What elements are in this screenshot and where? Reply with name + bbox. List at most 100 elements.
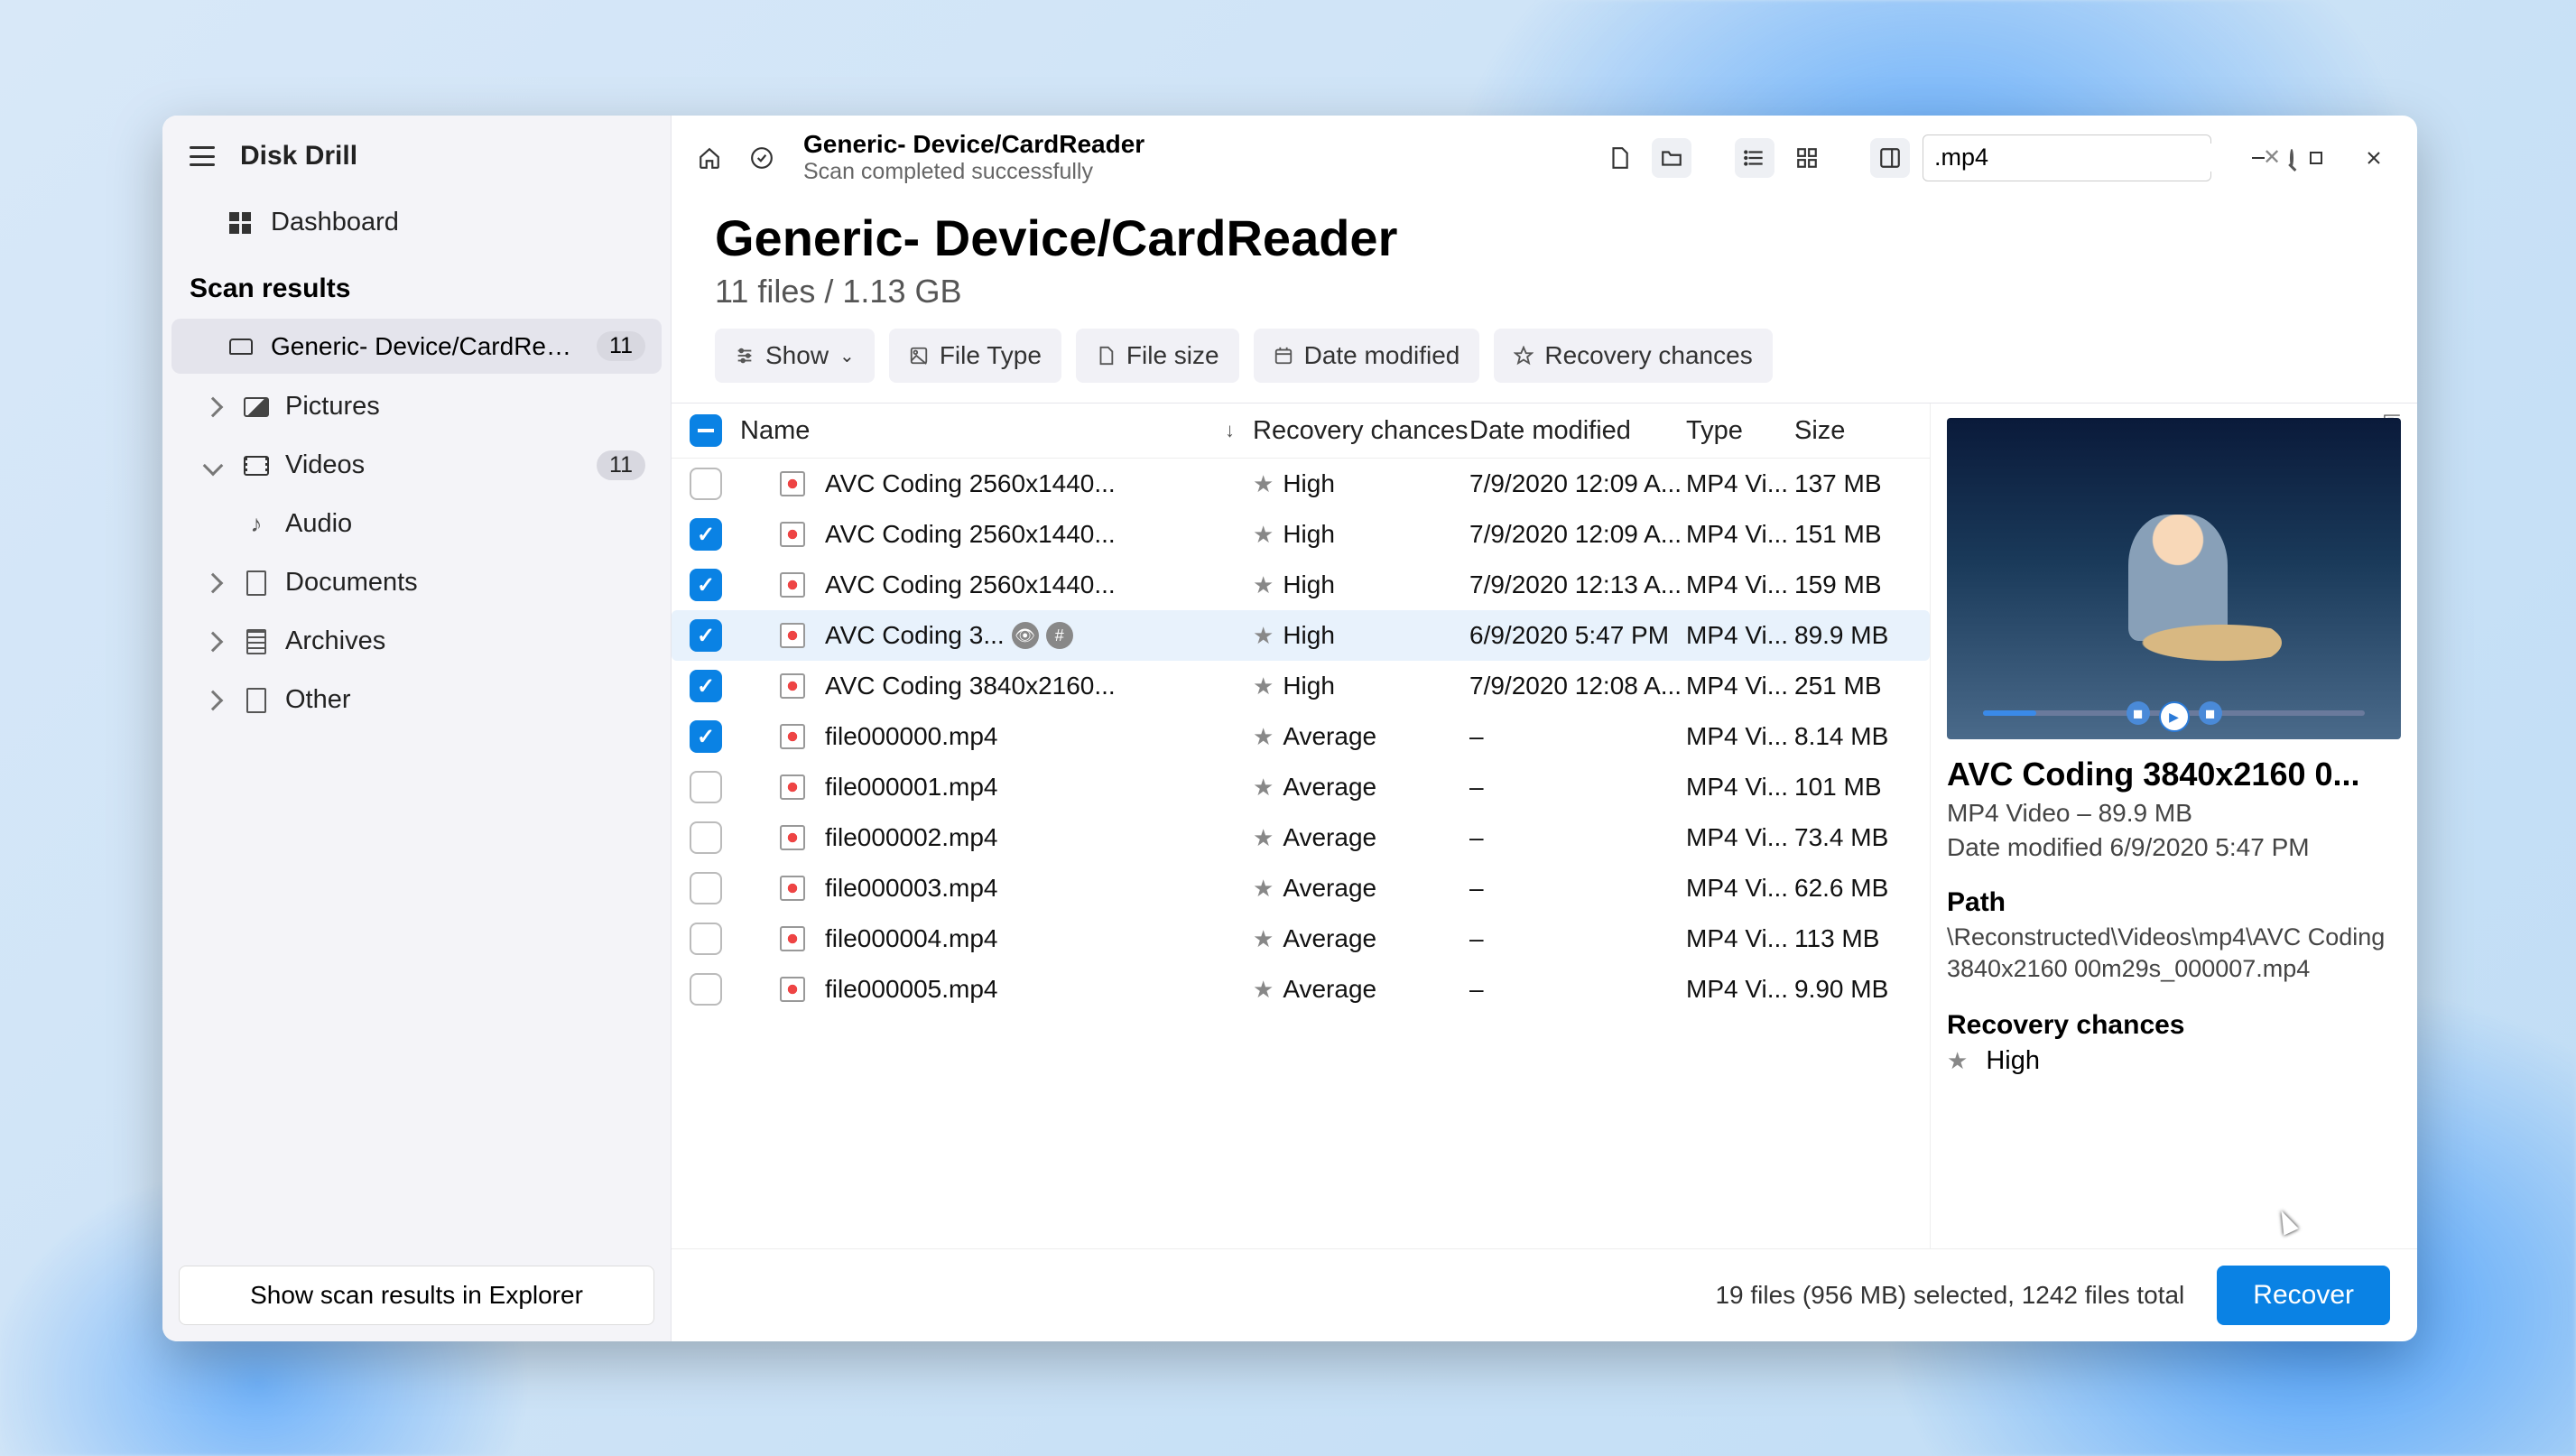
file-name: AVC Coding 2560x1440... <box>825 469 1253 498</box>
menu-icon[interactable] <box>190 146 215 166</box>
date-cell: – <box>1469 874 1686 903</box>
scan-results-header: Scan results <box>162 252 671 315</box>
hash-icon[interactable]: # <box>1046 622 1073 649</box>
row-checkbox[interactable] <box>690 468 722 500</box>
date-cell: – <box>1469 975 1686 1004</box>
table-row[interactable]: AVC Coding 3...👁#★High6/9/2020 5:47 PMMP… <box>672 610 1930 661</box>
star-icon: ★ <box>1947 1047 1968 1075</box>
file-name: AVC Coding 3...👁# <box>825 621 1253 650</box>
archive-icon <box>246 629 266 654</box>
show-filter-button[interactable]: Show ⌄ <box>715 329 875 383</box>
table-row[interactable]: file000004.mp4★Average–MP4 Vi...113 MB <box>672 913 1930 964</box>
picture-icon <box>244 397 269 417</box>
topbar: Generic- Device/CardReader Scan complete… <box>672 116 2417 199</box>
column-type[interactable]: Type <box>1686 416 1794 446</box>
date-modified-filter-button[interactable]: Date modified <box>1254 329 1480 383</box>
close-button[interactable] <box>2349 138 2399 178</box>
minimize-button[interactable] <box>2233 138 2284 178</box>
file-icon[interactable] <box>1599 138 1639 178</box>
file-table: Name ↓ Recovery chances Date modified Ty… <box>672 403 1930 1248</box>
table-row[interactable]: file000003.mp4★Average–MP4 Vi...62.6 MB <box>672 863 1930 913</box>
search-icon[interactable] <box>2290 149 2293 167</box>
app-window: Disk Drill Dashboard Scan results Generi… <box>162 116 2417 1341</box>
sidebar-item-documents[interactable]: Documents <box>171 555 662 610</box>
file-name: AVC Coding 3840x2160... <box>825 672 1253 700</box>
row-checkbox[interactable] <box>690 821 722 854</box>
preview-meta: MP4 Video – 89.9 MB <box>1947 799 2401 828</box>
sidebar-item-device[interactable]: Generic- Device/CardRea... 11 <box>171 319 662 374</box>
recover-button[interactable]: Recover <box>2217 1266 2390 1325</box>
recovery-cell: ★High <box>1253 570 1469 599</box>
row-checkbox[interactable] <box>690 923 722 955</box>
row-checkbox[interactable] <box>690 720 722 753</box>
recovery-cell: ★Average <box>1253 722 1469 751</box>
column-date[interactable]: Date modified <box>1469 416 1686 446</box>
row-checkbox[interactable] <box>690 569 722 601</box>
column-name[interactable]: Name <box>740 416 1225 446</box>
preview-thumbnail[interactable]: ◼ ▶ ◼ <box>1947 418 2401 739</box>
home-icon[interactable] <box>690 138 729 178</box>
search-field[interactable] <box>1934 144 2254 172</box>
preview-title: AVC Coding 3840x2160 0... <box>1947 756 2401 793</box>
sidebar-item-videos[interactable]: Videos 11 <box>171 438 662 493</box>
table-row[interactable]: file000005.mp4★Average–MP4 Vi...9.90 MB <box>672 964 1930 1015</box>
row-checkbox[interactable] <box>690 518 722 551</box>
file-type-filter-button[interactable]: File Type <box>889 329 1061 383</box>
page-title: Generic- Device/CardReader <box>715 209 2374 267</box>
table-row[interactable]: file000000.mp4★Average–MP4 Vi...8.14 MB <box>672 711 1930 762</box>
play-icon[interactable]: ▶ <box>2159 701 2190 732</box>
recovery-chances-filter-button[interactable]: Recovery chances <box>1494 329 1772 383</box>
row-checkbox[interactable] <box>690 973 722 1006</box>
size-cell: 159 MB <box>1794 570 1921 599</box>
stop-icon[interactable]: ◼ <box>2199 701 2222 725</box>
sidebar-item-archives[interactable]: Archives <box>171 614 662 669</box>
sidebar-item-label: Audio <box>285 509 645 539</box>
sidebar-item-dashboard[interactable]: Dashboard <box>171 197 662 248</box>
star-icon: ★ <box>1253 925 1274 952</box>
table-row[interactable]: AVC Coding 2560x1440...★High7/9/2020 12:… <box>672 560 1930 610</box>
type-cell: MP4 Vi... <box>1686 520 1794 549</box>
count-badge: 11 <box>597 331 645 361</box>
video-file-icon <box>780 876 805 901</box>
table-row[interactable]: AVC Coding 3840x2160...★High7/9/2020 12:… <box>672 661 1930 711</box>
table-row[interactable]: file000001.mp4★Average–MP4 Vi...101 MB <box>672 762 1930 812</box>
maximize-button[interactable] <box>2291 138 2341 178</box>
preview-icon[interactable]: 👁 <box>1012 622 1039 649</box>
sidebar-item-other[interactable]: Other <box>171 672 662 728</box>
row-checkbox[interactable] <box>690 670 722 702</box>
column-recovery[interactable]: Recovery chances <box>1253 416 1469 446</box>
type-cell: MP4 Vi... <box>1686 621 1794 650</box>
column-size[interactable]: Size <box>1794 416 1921 446</box>
recovery-cell: ★High <box>1253 672 1469 700</box>
row-checkbox[interactable] <box>690 872 722 904</box>
calendar-icon <box>1274 346 1293 366</box>
row-checkbox[interactable] <box>690 771 722 803</box>
date-cell: 7/9/2020 12:08 A... <box>1469 672 1686 700</box>
sidebar-item-pictures[interactable]: Pictures <box>171 379 662 434</box>
recovery-cell: ★High <box>1253 520 1469 549</box>
sidebar-item-audio[interactable]: ♪ Audio <box>171 496 662 552</box>
list-view-icon[interactable] <box>1735 138 1774 178</box>
row-checkbox[interactable] <box>690 619 722 652</box>
folder-icon[interactable] <box>1652 138 1691 178</box>
sidebar-item-label: Generic- Device/CardRea... <box>271 332 579 361</box>
table-row[interactable]: AVC Coding 2560x1440...★High7/9/2020 12:… <box>672 509 1930 560</box>
date-cell: – <box>1469 924 1686 953</box>
prev-icon[interactable]: ◼ <box>2127 701 2150 725</box>
file-name: AVC Coding 2560x1440... <box>825 520 1253 549</box>
breadcrumb-title: Generic- Device/CardReader <box>803 130 1144 159</box>
grid-view-icon[interactable] <box>1787 138 1827 178</box>
file-size-filter-button[interactable]: File size <box>1076 329 1239 383</box>
preview-toggle-icon[interactable] <box>1870 138 1910 178</box>
video-file-icon <box>780 673 805 699</box>
select-all-checkbox[interactable] <box>690 414 722 447</box>
file-name: file000005.mp4 <box>825 975 1253 1004</box>
search-input[interactable]: ✕ <box>1923 134 2211 181</box>
table-row[interactable]: AVC Coding 2560x1440...★High7/9/2020 12:… <box>672 459 1930 509</box>
table-header: Name ↓ Recovery chances Date modified Ty… <box>672 403 1930 459</box>
sort-indicator-icon: ↓ <box>1225 419 1235 442</box>
show-in-explorer-button[interactable]: Show scan results in Explorer <box>179 1266 654 1325</box>
table-row[interactable]: file000002.mp4★Average–MP4 Vi...73.4 MB <box>672 812 1930 863</box>
recovery-cell: ★Average <box>1253 924 1469 953</box>
date-cell: – <box>1469 722 1686 751</box>
